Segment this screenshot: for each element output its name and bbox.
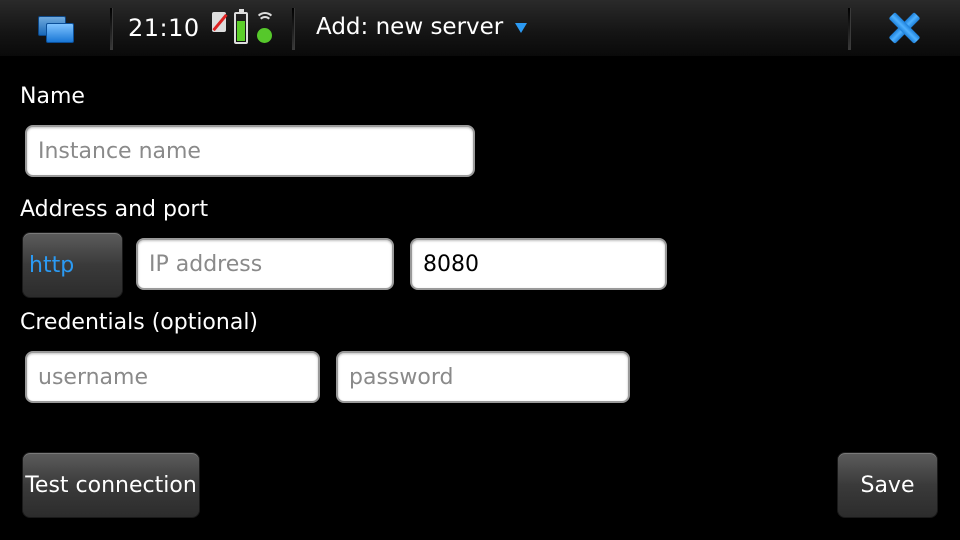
clock: 21:10 [128,14,200,42]
task-switcher-icon[interactable] [36,14,76,44]
test-connection-button[interactable]: Test connection [22,452,200,518]
username-input[interactable] [25,351,320,403]
save-button[interactable]: Save [837,452,938,518]
chevron-down-icon [515,22,528,33]
credentials-label: Credentials (optional) [20,310,259,335]
sim-icon [212,12,226,32]
port-input[interactable] [410,238,667,290]
password-input[interactable] [336,351,630,403]
address-label: Address and port [20,197,209,222]
close-icon[interactable] [886,10,922,46]
page-title: Add: new server [316,14,504,40]
status-indicators[interactable] [212,9,276,48]
ip-address-input[interactable] [136,238,394,290]
divider [110,8,113,50]
status-bar: 21:10 Add: new server [0,0,960,57]
divider [848,8,851,50]
battery-icon [234,9,248,44]
protocol-selector-button[interactable]: http [22,232,123,298]
wifi-icon [254,10,276,46]
divider [292,8,295,50]
instance-name-input[interactable] [25,125,475,177]
view-menu[interactable]: Add: new server [316,14,528,44]
name-label: Name [20,84,85,109]
